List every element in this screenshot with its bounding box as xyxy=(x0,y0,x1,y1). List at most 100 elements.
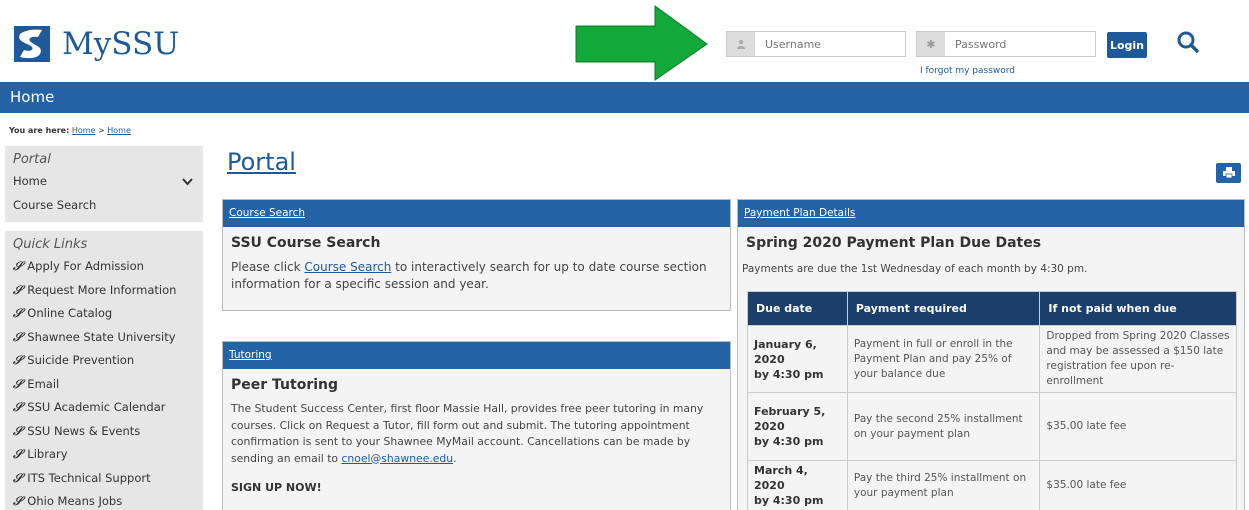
link-icon: 𝒮 xyxy=(13,329,23,344)
breadcrumb: You are here: Home > Home xyxy=(9,126,131,135)
text-fragment: Please click xyxy=(231,260,305,274)
link-icon: 𝒮 xyxy=(13,423,23,438)
date-line: by 4:30 pm xyxy=(754,367,824,381)
due-date-cell: March 4, 2020 by 4:30 pm xyxy=(747,460,848,510)
panel-header: Tutoring xyxy=(223,342,730,369)
panel-header: Payment Plan Details xyxy=(738,200,1244,227)
quick-link-label: Library xyxy=(27,447,68,461)
sidebar-item-course-search[interactable]: Course Search xyxy=(5,194,203,218)
forgot-password-link[interactable]: I forgot my password xyxy=(920,66,1015,76)
quick-link-suicide-prevention[interactable]: 𝒮 Suicide Prevention xyxy=(5,349,203,373)
panel-title: Spring 2020 Payment Plan Due Dates xyxy=(746,235,1042,251)
quick-link-its-support[interactable]: 𝒮 ITS Technical Support xyxy=(5,467,203,491)
panel-text: Please click Course Search to interactiv… xyxy=(231,259,722,293)
breadcrumb-prefix: You are here: xyxy=(9,126,70,135)
page-title[interactable]: Portal xyxy=(227,148,296,176)
quick-link-label: SSU Academic Calendar xyxy=(27,400,166,414)
sidebar-item-home[interactable]: Home xyxy=(5,170,203,194)
quick-link-request-info[interactable]: 𝒮 Request More Information xyxy=(5,279,203,303)
site-header: MySSU ✱ I forgot my password Login xyxy=(0,0,1249,82)
quick-link-catalog[interactable]: 𝒮 Online Catalog xyxy=(5,302,203,326)
late-cell: Dropped from Spring 2020 Classes and may… xyxy=(1039,325,1237,393)
date-line: January 6, xyxy=(754,337,817,351)
quick-link-label: Request More Information xyxy=(27,282,177,297)
payment-cell: Payment in full or enroll in the Payment… xyxy=(846,325,1041,393)
date-line: 2020 xyxy=(754,352,785,366)
quick-link-ssu[interactable]: 𝒮 Shawnee State University xyxy=(5,326,203,350)
due-date-cell: February 5, 2020 by 4:30 pm xyxy=(747,392,848,461)
password-field[interactable]: ✱ xyxy=(916,31,1096,57)
sidebar-item-label: Course Search xyxy=(13,197,97,212)
nav-bar: Home xyxy=(0,82,1249,113)
quick-link-apply[interactable]: 𝒮 Apply For Admission xyxy=(5,255,203,279)
breadcrumb-item[interactable]: Home xyxy=(72,126,96,135)
breadcrumb-separator: > xyxy=(98,126,105,135)
payment-note: Payments are due the 1st Wednesday of ea… xyxy=(742,263,1088,275)
sidebar-heading-portal: Portal xyxy=(13,152,51,167)
password-input[interactable] xyxy=(945,33,1095,55)
username-field[interactable] xyxy=(726,31,906,57)
link-icon: 𝒮 xyxy=(13,470,23,485)
table-row: March 4, 2020 by 4:30 pm Pay the third 25… xyxy=(747,460,1237,510)
nav-title: Home xyxy=(10,88,55,106)
print-button[interactable] xyxy=(1216,163,1241,183)
quick-link-ohio-means-jobs[interactable]: 𝒮 Ohio Means Jobs xyxy=(5,490,203,510)
link-icon: 𝒮 xyxy=(13,353,23,367)
payment-plan-header-link[interactable]: Payment Plan Details xyxy=(744,207,855,219)
panel-title: Peer Tutoring xyxy=(231,377,339,393)
link-icon: 𝒮 xyxy=(13,494,23,508)
quick-link-label: Online Catalog xyxy=(27,306,113,320)
chevron-down-icon[interactable] xyxy=(182,170,193,195)
login-button[interactable]: Login xyxy=(1107,32,1147,58)
search-icon xyxy=(1177,31,1199,53)
breadcrumb-item[interactable]: Home xyxy=(107,126,131,135)
asterisk-icon: ✱ xyxy=(917,32,945,56)
payment-plan-panel: Payment Plan Details Spring 2020 Payment… xyxy=(737,199,1245,510)
panel-header: Course Search xyxy=(223,200,730,227)
tutoring-header-link[interactable]: Tutoring xyxy=(229,349,272,361)
user-icon xyxy=(727,32,755,56)
quick-link-library[interactable]: 𝒮 Library xyxy=(5,443,203,467)
link-icon: 𝒮 xyxy=(13,282,23,297)
quick-link-news[interactable]: 𝒮 SSU News & Events xyxy=(5,420,203,444)
sidebar-heading-quick-links: Quick Links xyxy=(13,237,88,252)
text-fragment: The Student Success Center, first floor … xyxy=(231,402,704,465)
text-fragment: . xyxy=(453,451,457,465)
sidebar-quick-links: Quick Links 𝒮 Apply For Admission 𝒮 Reques… xyxy=(5,231,203,510)
table-row: January 6, 2020 by 4:30 pm Payment in full… xyxy=(747,325,1237,393)
link-icon: 𝒮 xyxy=(13,447,23,461)
tutoring-panel: Tutoring Peer Tutoring The Student Succe… xyxy=(222,341,731,510)
quick-link-label: Apply For Admission xyxy=(27,259,144,273)
quick-link-email[interactable]: 𝒮 Email xyxy=(5,373,203,397)
course-search-panel: Course Search SSU Course Search Please c… xyxy=(222,199,731,311)
quick-link-label: ITS Technical Support xyxy=(27,470,151,485)
email-link[interactable]: cnoel@shawnee.edu xyxy=(341,452,453,465)
username-input[interactable] xyxy=(755,33,905,55)
panel-title: SSU Course Search xyxy=(231,235,381,251)
link-icon: 𝒮 xyxy=(13,306,23,320)
payment-table: Due date Payment required If not paid wh… xyxy=(747,291,1237,510)
site-logo[interactable]: MySSU xyxy=(14,26,179,62)
print-icon xyxy=(1222,166,1235,178)
quick-link-calendar[interactable]: 𝒮 SSU Academic Calendar xyxy=(5,396,203,420)
quick-link-label: Suicide Prevention xyxy=(27,353,135,367)
table-header-row: Due date Payment required If not paid wh… xyxy=(747,291,1237,326)
logo-text: MySSU xyxy=(62,26,180,62)
date-line: February 5, xyxy=(754,405,826,418)
quick-link-label: Ohio Means Jobs xyxy=(27,494,123,508)
search-button[interactable] xyxy=(1175,30,1201,56)
date-line: by 4:30 pm xyxy=(754,494,824,507)
column-header: Payment required xyxy=(846,291,1041,326)
payment-cell: Pay the second 25% installment on your p… xyxy=(846,392,1041,461)
quick-link-label: SSU News & Events xyxy=(27,423,141,438)
sidebar-portal: Portal Home Course Search xyxy=(5,146,203,222)
course-search-link[interactable]: Course Search xyxy=(304,260,391,274)
table-row: February 5, 2020 by 4:30 pm Pay the second… xyxy=(747,392,1237,461)
column-header: If not paid when due xyxy=(1039,291,1237,326)
payment-cell: Pay the third 25% installment on your pa… xyxy=(846,460,1041,510)
date-line: by 4:30 pm xyxy=(754,435,824,448)
column-header: Due date xyxy=(747,291,848,326)
late-cell: $35.00 late fee xyxy=(1039,392,1237,461)
date-line: March 4, 2020 xyxy=(754,464,808,492)
course-search-header-link[interactable]: Course Search xyxy=(229,207,305,219)
